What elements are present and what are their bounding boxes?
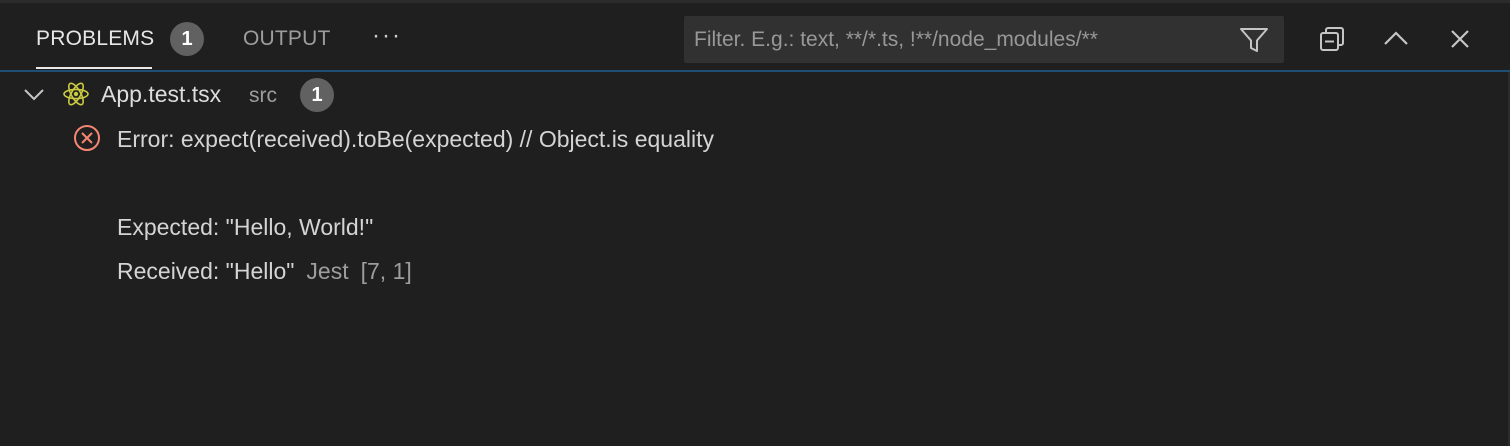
problem-location: [7, 1] bbox=[360, 258, 412, 284]
problem-expected-line: Expected: "Hello, World!" bbox=[117, 214, 374, 240]
problem-message-line: Error: expect(received).toBe(expected) /… bbox=[117, 126, 714, 152]
chevron-up-icon[interactable] bbox=[1380, 23, 1412, 55]
problem-source: Jest bbox=[306, 258, 349, 284]
panel-header: PROBLEMS 1 OUTPUT ··· bbox=[0, 3, 1510, 72]
problems-count-badge: 1 bbox=[170, 22, 204, 56]
file-name: App.test.tsx bbox=[101, 81, 222, 107]
problem-received-text: Received: "Hello" bbox=[117, 258, 295, 284]
collapse-all-icon[interactable] bbox=[1316, 23, 1348, 55]
filter-box bbox=[684, 16, 1284, 63]
more-tabs-button[interactable]: ··· bbox=[372, 20, 402, 52]
file-group-row[interactable]: App.test.tsx src 1 bbox=[0, 72, 1508, 116]
file-folder: src bbox=[249, 84, 277, 107]
chevron-down-icon[interactable] bbox=[22, 82, 46, 106]
problems-list: App.test.tsx src 1 Error: expect(receive… bbox=[0, 72, 1508, 446]
problem-received-line: Received: "Hello" Jest [7, 1] bbox=[117, 256, 412, 286]
active-tab-indicator bbox=[36, 67, 152, 69]
problems-panel: PROBLEMS 1 OUTPUT ··· Filter. E.g.: text… bbox=[0, 0, 1510, 446]
react-icon bbox=[63, 82, 89, 106]
filter-icon[interactable] bbox=[1238, 26, 1270, 54]
close-icon[interactable] bbox=[1444, 23, 1476, 55]
tab-problems[interactable]: PROBLEMS bbox=[36, 25, 154, 53]
error-icon bbox=[74, 125, 100, 151]
filter-input[interactable] bbox=[694, 16, 1234, 63]
file-problem-count-badge: 1 bbox=[300, 78, 334, 112]
tab-output[interactable]: OUTPUT bbox=[243, 25, 331, 53]
